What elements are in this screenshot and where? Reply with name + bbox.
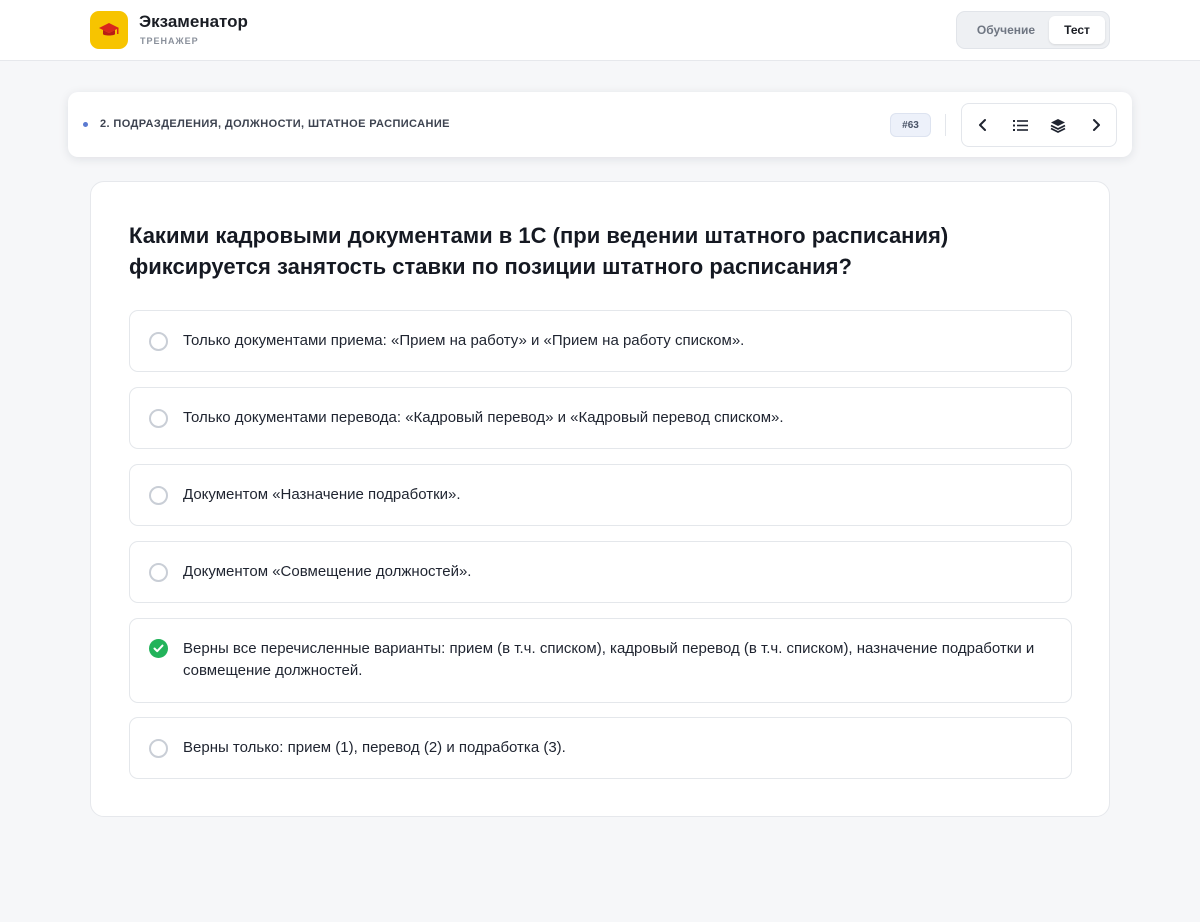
app-logo[interactable]	[90, 11, 128, 49]
toolbar-divider	[945, 114, 946, 136]
previous-question-button[interactable]	[964, 104, 1002, 146]
answer-option[interactable]: Только документами перевода: «Кадровый п…	[129, 387, 1072, 449]
app-header: Экзаменатор ТРЕНАЖЕР Обучение Тест	[0, 0, 1200, 61]
chevron-right-icon	[1093, 119, 1100, 131]
question-list-button[interactable]	[1001, 104, 1039, 146]
section-dot-icon	[83, 122, 88, 127]
mode-learn-button[interactable]: Обучение	[963, 16, 1049, 44]
layers-button[interactable]	[1039, 104, 1077, 146]
answer-option[interactable]: Верны только: прием (1), перевод (2) и п…	[129, 717, 1072, 779]
answer-option-text: Верны только: прием (1), перевод (2) и п…	[183, 739, 566, 756]
graduation-cap-icon	[99, 23, 119, 36]
question-text: Какими кадровыми документами в 1С (при в…	[129, 223, 949, 279]
answer-option-text: Документом «Назначение подработки».	[183, 486, 461, 503]
answer-option-text: Документом «Совмещение должностей».	[183, 563, 472, 580]
app-title: Экзаменатор	[139, 12, 248, 31]
answer-option-text: Только документами перевода: «Кадровый п…	[183, 409, 784, 426]
radio-button[interactable]	[149, 409, 168, 428]
list-icon	[1012, 119, 1028, 131]
question-card: Какими кадровыми документами в 1С (при в…	[90, 181, 1110, 817]
answer-option-text: Только документами приема: «Прием на раб…	[183, 332, 745, 349]
section-title: 2. ПОДРАЗДЕЛЕНИЯ, ДОЛЖНОСТИ, ШТАТНОЕ РАС…	[100, 118, 450, 130]
layers-icon	[1050, 118, 1066, 133]
answer-option[interactable]: Только документами приема: «Прием на раб…	[129, 310, 1072, 372]
question-toolbar: 2. ПОДРАЗДЕЛЕНИЯ, ДОЛЖНОСТИ, ШТАТНОЕ РАС…	[68, 92, 1132, 157]
answer-option[interactable]: Документом «Назначение подработки».	[129, 464, 1072, 526]
app-subtitle: ТРЕНАЖЕР	[140, 36, 199, 46]
next-question-button[interactable]	[1077, 104, 1115, 146]
radio-button-checked[interactable]	[149, 639, 168, 658]
radio-button[interactable]	[149, 486, 168, 505]
check-icon	[153, 644, 164, 653]
radio-button[interactable]	[149, 563, 168, 582]
question-number-badge: #63	[890, 113, 931, 137]
chevron-left-icon	[979, 119, 986, 131]
answer-option-selected[interactable]: Верны все перечисленные варианты: прием …	[129, 618, 1072, 703]
question-navigation	[961, 103, 1117, 147]
radio-button[interactable]	[149, 739, 168, 758]
mode-test-button[interactable]: Тест	[1049, 16, 1105, 44]
answer-option[interactable]: Документом «Совмещение должностей».	[129, 541, 1072, 603]
answer-option-text: Верны все перечисленные варианты: прием …	[183, 640, 1035, 679]
mode-switch: Обучение Тест	[956, 11, 1110, 49]
radio-button[interactable]	[149, 332, 168, 351]
